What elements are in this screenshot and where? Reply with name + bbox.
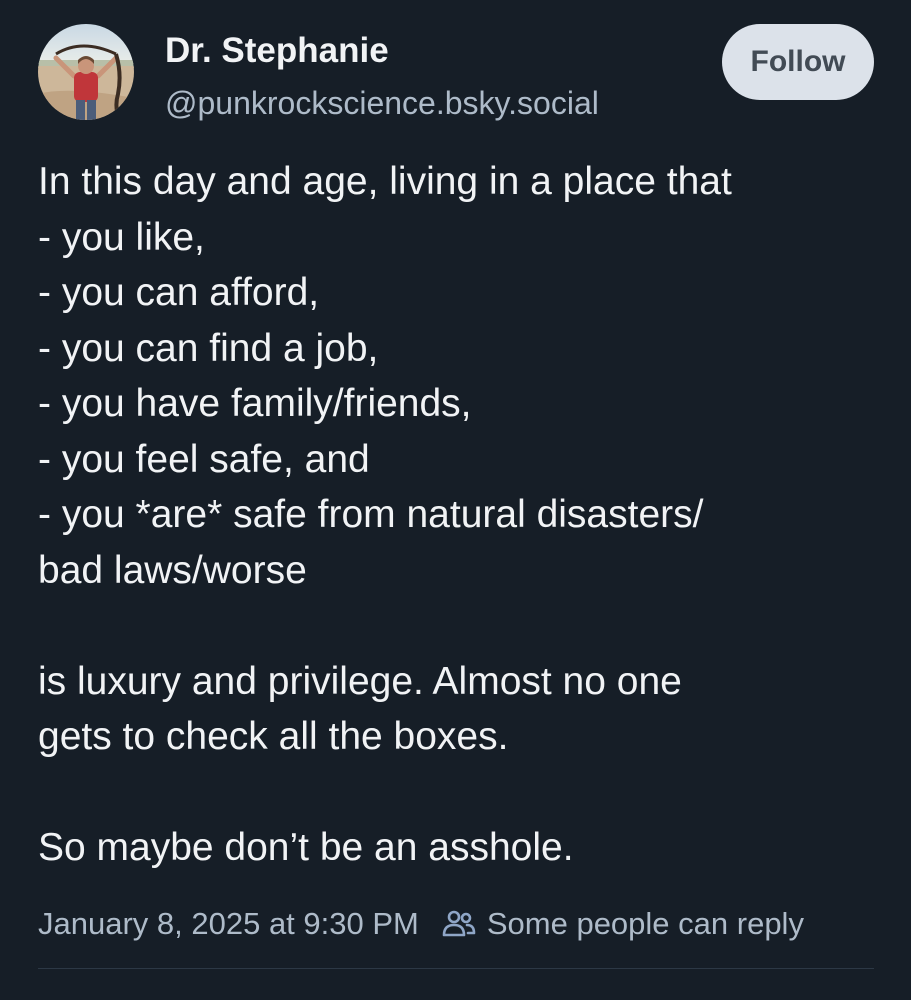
follow-button[interactable]: Follow: [722, 24, 874, 100]
avatar-photo-icon: [38, 24, 134, 120]
post-text-line: - you have family/friends,: [38, 382, 472, 425]
post-header: Dr. Stephanie @punkrockscience.bsky.soci…: [38, 24, 874, 124]
author-display-name[interactable]: Dr. Stephanie: [165, 30, 599, 72]
divider: [38, 968, 874, 969]
avatar[interactable]: [38, 24, 134, 120]
paragraph-break: [38, 765, 878, 821]
post-text-line: bad laws/worse: [38, 548, 307, 592]
post-text-line: - you *are* safe from natural disasters/: [38, 493, 704, 536]
post-text-line: - you can afford,: [38, 271, 320, 314]
post-text-line: is luxury and privilege. Almost no one: [38, 659, 682, 703]
post-text-line: So maybe don’t be an asshole.: [38, 826, 574, 869]
reply-setting[interactable]: Some people can reply: [441, 906, 804, 942]
post-text-line: - you can find a job,: [38, 326, 379, 370]
author-names: Dr. Stephanie @punkrockscience.bsky.soci…: [165, 30, 599, 124]
paragraph-break: [38, 598, 878, 654]
reply-setting-label: Some people can reply: [486, 906, 804, 941]
post-text-line: gets to check all the boxes.: [38, 715, 509, 758]
post-timestamp[interactable]: January 8, 2025 at 9:30 PM: [38, 906, 419, 942]
post-text-line: In this day and age, living in a place t…: [38, 160, 732, 203]
post-text: In this day and age, living in a place t…: [38, 154, 878, 876]
post-meta: January 8, 2025 at 9:30 PM Some people c…: [38, 900, 804, 948]
post-text-line: - you feel safe, and: [38, 437, 370, 481]
author-handle[interactable]: @punkrockscience.bsky.social: [165, 82, 599, 124]
post-thread-item: Dr. Stephanie @punkrockscience.bsky.soci…: [0, 0, 911, 1000]
people-icon: [441, 906, 477, 942]
post-text-line: - you like,: [38, 215, 205, 259]
